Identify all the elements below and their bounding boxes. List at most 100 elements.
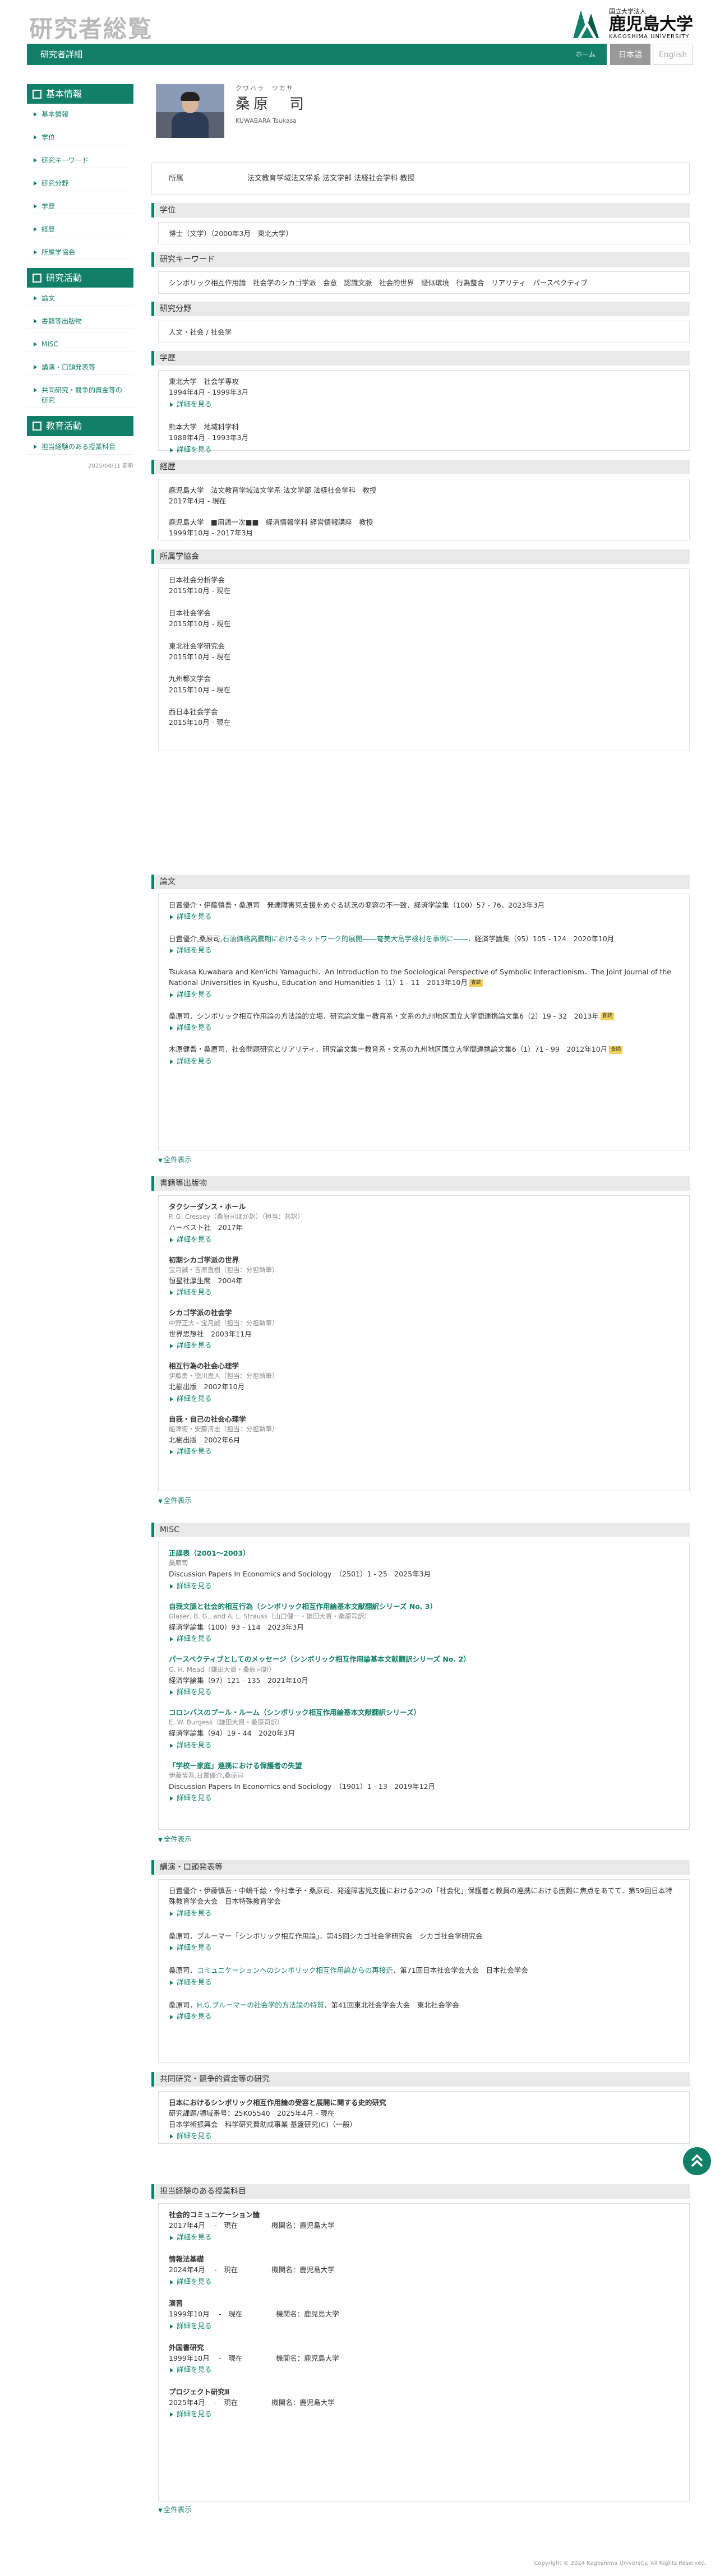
sidebar-item[interactable]: 共同研究・競争的資金等の研究 bbox=[27, 383, 133, 409]
talk-title-link[interactable]: H.G.ブルーマーの社会学的方法論の特質 bbox=[197, 2001, 324, 2009]
paper-text: Tsukasa Kuwabara and Ken'ichi Yamaguchi．… bbox=[169, 968, 671, 987]
course-detail-link[interactable]: 詳細を見る bbox=[169, 2365, 679, 2375]
misc-detail-link[interactable]: 詳細を見る bbox=[169, 1740, 679, 1750]
paper-detail-link[interactable]: 詳細を見る bbox=[169, 1023, 679, 1033]
education-detail-link[interactable]: 詳細を見る bbox=[169, 399, 679, 409]
career-item-period: 1999年10月 - 2017年3月 bbox=[169, 529, 253, 538]
talk-detail-link[interactable]: 詳細を見る bbox=[169, 2011, 679, 2022]
misc-item-title[interactable]: 「学校ー家庭」連携における保護者の失望 bbox=[169, 1760, 679, 1771]
sidebar-item[interactable]: 論文 bbox=[27, 291, 133, 307]
papers-box: 日置優介・伊藤慎吾・桑原司 発達障害児支援をめぐる状況の変容の不一致．経済学論集… bbox=[158, 894, 690, 1150]
degree-text: 博士（文学）（2000年3月 東北大学） bbox=[169, 229, 293, 238]
section-head-societies: 所属学協会 bbox=[151, 549, 690, 564]
course-item: 情報法基礎 2024年4月 - 現在 機関名：鹿児島大学 詳細を見る bbox=[169, 2254, 679, 2287]
paper-detail-link[interactable]: 詳細を見る bbox=[169, 912, 679, 922]
course-detail-link[interactable]: 詳細を見る bbox=[169, 2232, 679, 2242]
books-detail-link[interactable]: 詳細を見る bbox=[169, 1394, 679, 1404]
talk-title-link[interactable]: コミュニケーションへのシンボリック相互作用論からの再接近 bbox=[197, 1966, 393, 1974]
books-show-all-link[interactable]: 全件表示 bbox=[158, 1496, 192, 1506]
affiliation-row: 所属 法文教育学域法文学系 法文学部 法経社会学科 教授 bbox=[151, 163, 690, 195]
misc-detail-link[interactable]: 詳細を見る bbox=[169, 1581, 679, 1591]
paper-citation: 日置優介・伊藤慎吾・桑原司 発達障害児支援をめぐる状況の変容の不一致．経済学論集… bbox=[169, 900, 679, 910]
misc-detail-link[interactable]: 詳細を見る bbox=[169, 1634, 679, 1644]
course-detail-link[interactable]: 詳細を見る bbox=[169, 2321, 679, 2331]
researcher-photo bbox=[156, 84, 224, 138]
course-institution: 鹿児島大学 bbox=[304, 2354, 339, 2362]
course-period: 1999年10月 - 現在 bbox=[169, 2310, 243, 2319]
books-detail-link[interactable]: 詳細を見る bbox=[169, 1446, 679, 1456]
course-institution-label: 機関名： bbox=[271, 2265, 300, 2274]
section-head-grants: 共同研究・競争的資金等の研究 bbox=[151, 2072, 690, 2087]
sidebar-item[interactable]: 所属学協会 bbox=[27, 245, 133, 261]
sidebar-item[interactable]: 学歴 bbox=[27, 199, 133, 215]
books-item-title: 相互行為の社会心理学 bbox=[169, 1362, 239, 1371]
misc-detail-link[interactable]: 詳細を見る bbox=[169, 1687, 679, 1697]
talk-item: 桑原司．コミュニケーションへのシンボリック相互作用論からの再接近．第71回日本社… bbox=[169, 1965, 679, 1987]
site-title[interactable]: 研究者総覧 bbox=[29, 12, 153, 47]
section-head-education: 学歴 bbox=[151, 351, 690, 366]
societies-item-name: 九州都文学会 bbox=[169, 674, 211, 683]
lang-ja-button[interactable]: 日本語 bbox=[610, 44, 650, 65]
talk-item: 桑原司．H.G.ブルーマーの社会学的方法論の特質．第41回東北社会学会大会 東北… bbox=[169, 2000, 679, 2022]
title-bar: 研究者詳細 ホーム bbox=[27, 44, 607, 65]
misc-item-title[interactable]: 正誤表（2001〜2003） bbox=[169, 1548, 679, 1558]
sidebar-item[interactable]: 講演・口頭発表等 bbox=[27, 360, 133, 376]
talk-detail-link[interactable]: 詳細を見る bbox=[169, 1977, 679, 1987]
books-item: 初期シカゴ学派の世界 宝月誠・吉原直樹（担当：分担執筆） 恒星社厚生閣 2004年詳… bbox=[169, 1255, 679, 1298]
course-period-row: 2025年4月 - 現在 機関名：鹿児島大学 bbox=[169, 2397, 679, 2408]
paper-detail-link[interactable]: 詳細を見る bbox=[169, 945, 679, 955]
education-detail-link[interactable]: 詳細を見る bbox=[169, 445, 679, 455]
sidebar-item[interactable]: MISC bbox=[27, 337, 133, 353]
affiliation-value: 法文教育学域法文学系 法文学部 法経社会学科 教授 bbox=[247, 174, 415, 183]
misc-item-publication: Discussion Papers In Economics and Socio… bbox=[169, 1782, 436, 1791]
keywords-text: シンボリック相互作用論 社会学のシカゴ学派 会意 認識文脈 社会的世界 疑似環境… bbox=[169, 279, 588, 287]
misc-show-all-link[interactable]: 全件表示 bbox=[158, 1834, 192, 1845]
books-detail-link[interactable]: 詳細を見る bbox=[169, 1287, 679, 1297]
sidebar-item[interactable]: 学位 bbox=[27, 130, 133, 146]
courses-show-all-link[interactable]: 全件表示 bbox=[158, 2505, 192, 2515]
talk-item: 桑原司．ブルーマー「シンボリック相互作用論」．第45回シカゴ社会学研究会 シカゴ… bbox=[169, 1931, 679, 1953]
misc-item: 正誤表（2001〜2003） 桑原司 Discussion Papers In Ec… bbox=[169, 1548, 679, 1591]
paper-detail-link[interactable]: 詳細を見る bbox=[169, 1056, 679, 1066]
misc-detail-link[interactable]: 詳細を見る bbox=[169, 1793, 679, 1803]
course-institution-label: 機関名： bbox=[271, 2221, 300, 2230]
talk-detail-link[interactable]: 詳細を見る bbox=[169, 1908, 679, 1918]
degree-box: 博士（文学）（2000年3月 東北大学） bbox=[158, 222, 690, 244]
career-item-name: 鹿児島大学 法文教育学域法文学系 法文学部 法経社会学科 教授 bbox=[169, 486, 377, 494]
grant-detail-link[interactable]: 詳細を見る bbox=[169, 2131, 679, 2141]
societies-item-period: 2015年10月 - 現在 bbox=[169, 685, 231, 694]
sidebar-item[interactable]: 担当経験のある授業科目 bbox=[27, 440, 133, 455]
scroll-to-top-button[interactable] bbox=[683, 2147, 711, 2175]
courses-box: 社会的コミュニケーション論 2017年4月 - 現在 機関名：鹿児島大学 詳細を見る情… bbox=[158, 2203, 690, 2501]
sidebar-item[interactable]: 研究キーワード bbox=[27, 153, 133, 169]
societies-item-period: 2015年10月 - 現在 bbox=[169, 619, 231, 628]
paper-title-link[interactable]: 石油価格高騰期におけるネットワーク的展開――奄美大島宇検村を事例に―― bbox=[222, 935, 468, 943]
course-institution-label: 機関名： bbox=[276, 2310, 304, 2319]
course-detail-link[interactable]: 詳細を見る bbox=[169, 2409, 679, 2419]
paper-detail-link[interactable]: 詳細を見る bbox=[169, 989, 679, 1000]
education-item-name: 熊本大学 地域科学科 bbox=[169, 422, 239, 431]
misc-item-title[interactable]: 自我文脈と社会的相互行為（シンボリック相互作用論基本文献翻訳シリーズ No. 3… bbox=[169, 1601, 679, 1612]
lang-en-button[interactable]: English bbox=[653, 44, 693, 65]
societies-item-period: 2015年10月 - 現在 bbox=[169, 586, 231, 595]
sidebar-item[interactable]: 書籍等出版物 bbox=[27, 314, 133, 330]
course-item: 外国書研究 1999年10月 - 現在 機関名：鹿児島大学 詳細を見る bbox=[169, 2342, 679, 2375]
home-link[interactable]: ホーム bbox=[575, 50, 596, 59]
sidebar-item[interactable]: 基本情報 bbox=[27, 107, 133, 123]
misc-item-title[interactable]: コロンバスのプール・ルーム（シンボリック相互作用論基本文献翻訳シリーズ） bbox=[169, 1707, 679, 1718]
books-detail-link[interactable]: 詳細を見る bbox=[169, 1234, 679, 1245]
papers-show-all-link[interactable]: 全件表示 bbox=[158, 1155, 192, 1166]
sidebar-item[interactable]: 経歴 bbox=[27, 222, 133, 238]
books-item-authors: P. G. Cressey（桑原司ほか訳）（担当：共訳） bbox=[169, 1213, 304, 1221]
paper-item: 木原健吾・桑原司．社会問題研究とリアリティ．研究論文集ー教育系・文系の九州地区国… bbox=[169, 1044, 679, 1066]
sidebar-item[interactable]: 研究分野 bbox=[27, 176, 133, 192]
books-detail-link[interactable]: 詳細を見る bbox=[169, 1340, 679, 1351]
course-title: 情報法基礎 bbox=[169, 2254, 204, 2263]
talk-item: 日置優介・伊藤慎吾・中嶋千絵・今村幸子・桑原司．発達障害児支援における2つの「社… bbox=[169, 1885, 679, 1918]
university-logo[interactable]: 国立大学法人 鹿児島大学 KAGOSHIMA UNIVERSITY bbox=[571, 8, 693, 40]
misc-item-title[interactable]: パースペクティブとしてのメッセージ（シンボリック相互作用論基本文献翻訳シリーズ … bbox=[169, 1654, 679, 1664]
societies-item: 日本社会分析学会 2015年10月 - 現在 bbox=[169, 575, 679, 596]
course-detail-link[interactable]: 詳細を見る bbox=[169, 2277, 679, 2287]
societies-box: 日本社会分析学会 2015年10月 - 現在 日本社会学会 2015年10月 - 現在… bbox=[158, 568, 690, 751]
talk-detail-link[interactable]: 詳細を見る bbox=[169, 1943, 679, 1953]
